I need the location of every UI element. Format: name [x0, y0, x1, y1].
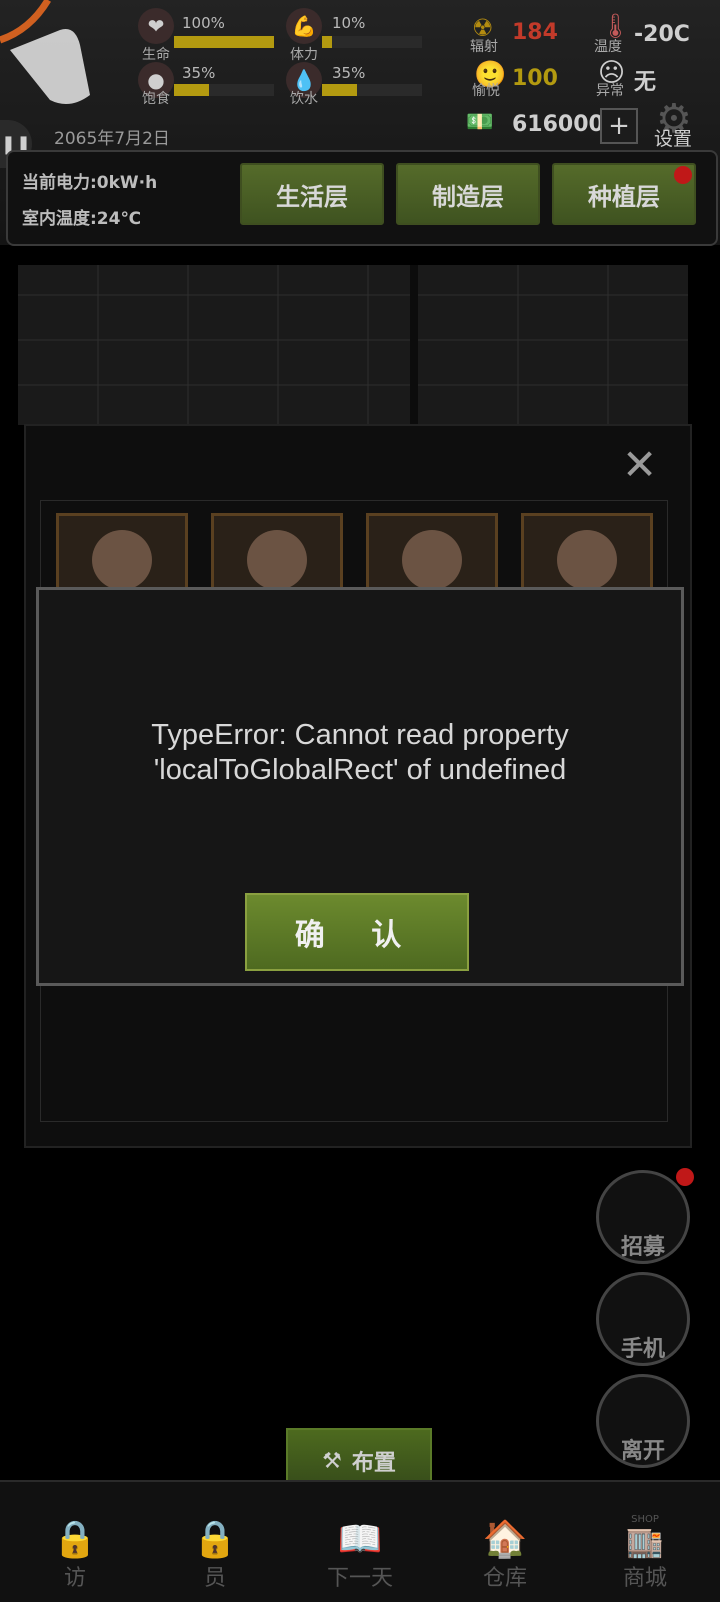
phone-button[interactable]: 手机 [596, 1272, 690, 1366]
error-dialog: TypeError: Cannot read property 'localTo… [36, 587, 684, 986]
nav-label: 仓库 [482, 1566, 527, 1591]
warehouse-icon: 🏠 [482, 1519, 528, 1560]
heart-icon: ❤ [138, 8, 174, 44]
bottom-nav: 🔒 访 🔒 员 📖 下一天 🏠 仓库 SHOP 🏬 商城 [0, 1480, 720, 1602]
player-stats: ❤ 生命 100% 💪 体力 10% ● 饱食 35% 💧 饮水 35% [138, 8, 428, 107]
recruit-notification-dot [676, 1168, 694, 1186]
power-text: 当前电力:0kW·h [22, 173, 158, 193]
nav-label: 下一天 [326, 1566, 393, 1591]
stat-stamina-bar [322, 36, 422, 48]
add-money-button[interactable]: + [600, 108, 638, 144]
nav-item-next-day[interactable]: 📖 下一天 [295, 1482, 425, 1592]
tutorial-hand-icon [0, 0, 100, 110]
stat-life-label: 生命 [142, 47, 170, 63]
phone-label: 手机 [620, 1337, 665, 1362]
stat-food-label: 饱食 [142, 91, 170, 107]
mood-value: 100 [512, 66, 558, 91]
abnormal-label: 异常 [596, 83, 624, 99]
stat-food-bar [174, 84, 274, 96]
nav-label: 商城 [622, 1566, 667, 1591]
leave-button[interactable]: 离开 [596, 1374, 690, 1468]
stat-water-value: 35% [332, 64, 366, 82]
tab-crafting-layer[interactable]: 制造层 [396, 163, 540, 225]
settings-button[interactable]: ⚙ 设置 [650, 96, 710, 152]
money-value: 616000 [512, 112, 604, 137]
stat-life-value: 100% [182, 14, 225, 32]
radiation-value: 184 [512, 20, 558, 45]
notification-dot [674, 166, 692, 184]
leave-label: 离开 [620, 1439, 665, 1464]
shop-icon: 🏬 [626, 1525, 664, 1560]
error-message: TypeError: Cannot read property 'localTo… [151, 719, 569, 786]
nav-item-visit[interactable]: 🔒 访 [10, 1482, 140, 1592]
close-icon[interactable]: ✕ [622, 440, 657, 489]
locked-icon: 🔒 [192, 1519, 238, 1560]
temperature-label: 温度 [594, 39, 622, 55]
nav-item-warehouse[interactable]: 🏠 仓库 [440, 1482, 570, 1592]
indoor-temp-text: 室内温度:24℃ [22, 209, 142, 229]
radiation-label: 辐射 [470, 39, 498, 55]
recruit-button[interactable]: 招募 [596, 1170, 690, 1264]
settings-label: 设置 [654, 128, 693, 150]
shop-badge: SHOP [631, 1514, 659, 1525]
temperature-value: -20C [634, 22, 690, 47]
nav-item-shop[interactable]: SHOP 🏬 商城 [580, 1482, 710, 1592]
muscle-icon: 💪 [286, 8, 322, 44]
stat-water-bar [322, 84, 422, 96]
locked-icon: 🔒 [52, 1519, 98, 1560]
date-text: 2065年7月2日 [54, 129, 170, 149]
nav-label: 员 [203, 1566, 226, 1591]
book-icon: 📖 [337, 1519, 383, 1560]
hammer-icon: ⚒ [322, 1448, 342, 1474]
abnormal-value: 无 [634, 70, 657, 95]
confirm-button[interactable]: 确 认 [245, 893, 469, 971]
stat-food-value: 35% [182, 64, 216, 82]
recruit-label: 招募 [620, 1235, 665, 1260]
arrange-label: 布置 [351, 1451, 396, 1476]
cash-icon: 💵 [466, 110, 494, 135]
stat-stamina-label: 体力 [290, 47, 318, 63]
room-floor [18, 265, 688, 425]
stat-stamina-value: 10% [332, 14, 366, 32]
tab-living-layer[interactable]: 生活层 [240, 163, 384, 225]
mood-label: 愉悦 [472, 83, 500, 99]
stat-water-label: 饮水 [290, 91, 318, 107]
stat-life-bar [174, 36, 274, 48]
nav-label: 访 [63, 1566, 86, 1591]
nav-item-staff[interactable]: 🔒 员 [150, 1482, 280, 1592]
